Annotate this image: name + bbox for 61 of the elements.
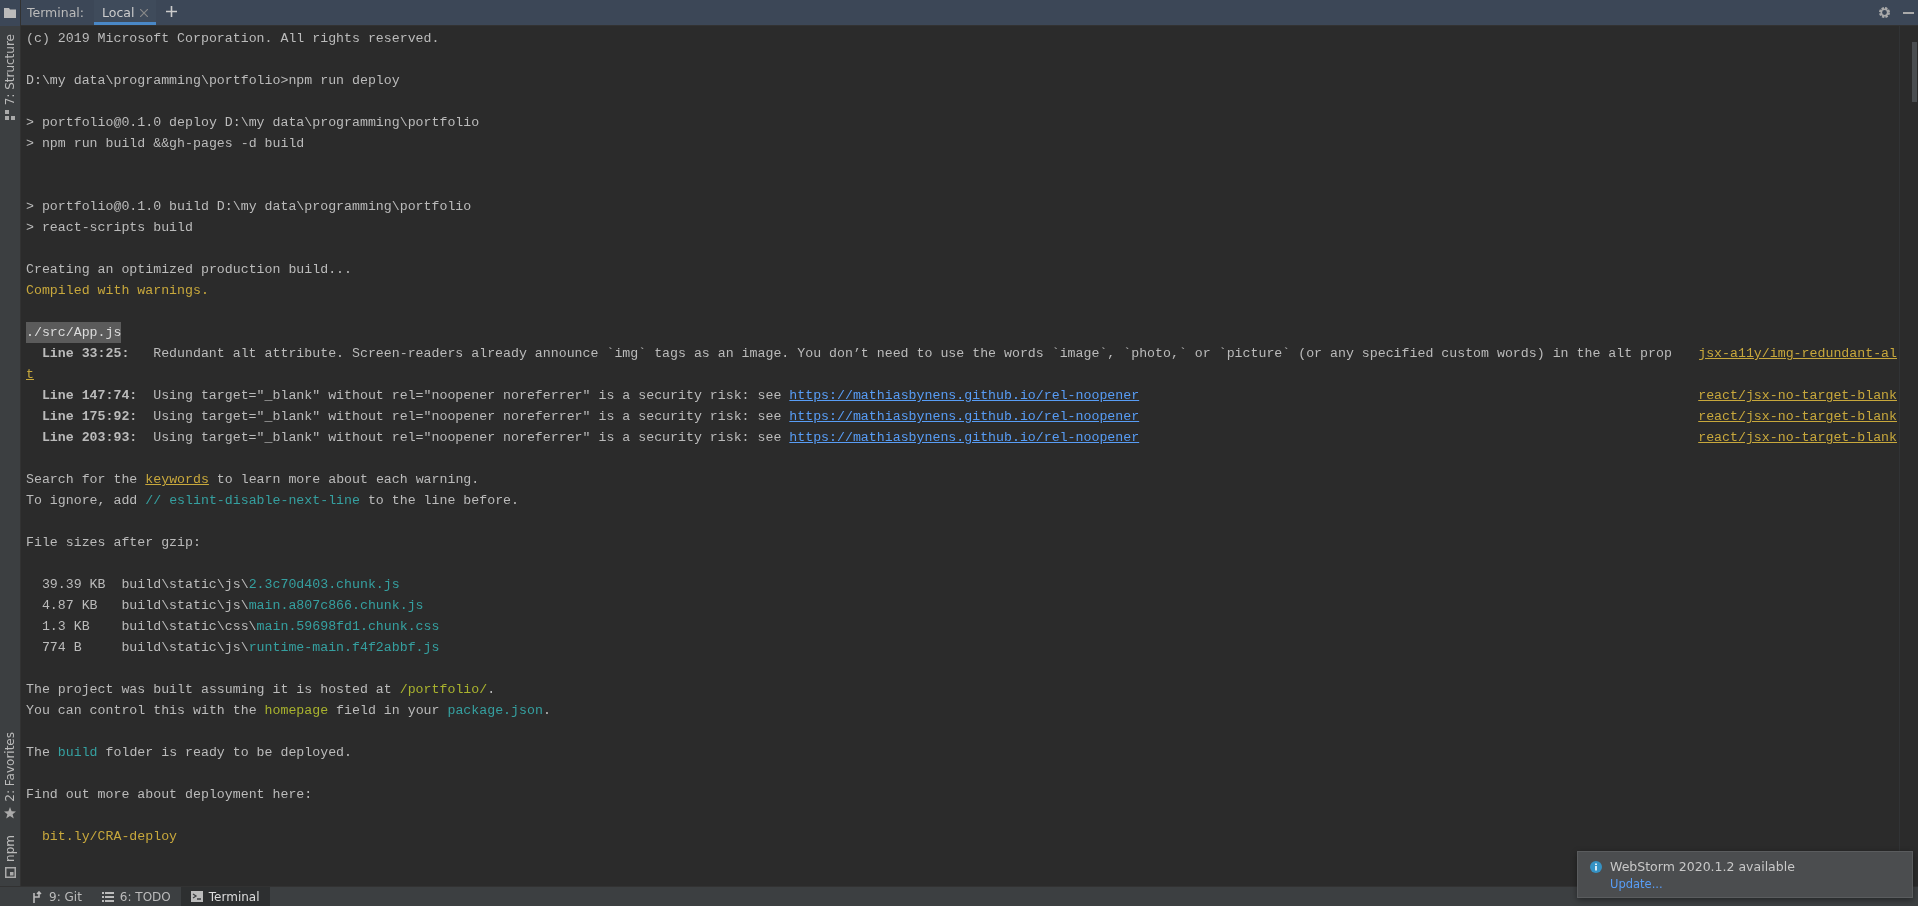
link[interactable]: react/jsx-no-target-blank	[1698, 427, 1897, 448]
link[interactable]: react/jsx-no-target-blank	[1698, 406, 1897, 427]
info-icon	[1590, 861, 1602, 873]
star-icon	[4, 807, 16, 820]
square-icon	[4, 867, 16, 878]
file-path: build\static\js\2.3c70d403.chunk.js	[121, 576, 400, 594]
plus-icon[interactable]	[166, 6, 178, 17]
tool-window-tab[interactable]: 7: Structure	[0, 26, 20, 129]
update-link[interactable]: Update...	[1610, 877, 1663, 891]
scrollbar-thumb[interactable]	[1912, 42, 1917, 102]
link[interactable]: t	[26, 364, 34, 385]
terminal-line: > portfolio@0.1.0 deploy D:\my data\programming\portfolio	[26, 114, 480, 132]
terminal-line: bit.ly/CRA-deploy	[40, 828, 178, 846]
warning-message: Line 33:25: Redundant alt attribute. Screen-readers already announce `img` tags as an image. You don’t need to use the words `image`, `photo,` or `picture` (or any specified custom words) in the alt prop	[40, 345, 1672, 363]
terminal-line: Compiled with warnings.	[26, 282, 209, 300]
file-size: 1.3 KB	[41, 618, 91, 636]
link[interactable]: jsx-a11y/img-redundant-al	[1698, 343, 1897, 364]
panel-title: Terminal:	[26, 5, 86, 20]
link[interactable]: keywords	[145, 472, 209, 487]
tool-window-button[interactable]: Terminal	[180, 887, 270, 906]
warning-message: Line 203:93: Using target="_blank" without rel="noopener noreferrer" is a security risk: see https://mathiasbynens.github.io/rel-noopener	[40, 429, 1140, 447]
terminal-line: The project was built assuming it is hosted at /portfolio/.	[26, 681, 496, 699]
structure-icon	[5, 110, 15, 121]
terminal-line: The build folder is ready to be deployed.	[26, 744, 353, 762]
file-size: 4.87 KB	[41, 597, 99, 615]
terminal-line: (c) 2019 Microsoft Corporation. All rights reserved.	[26, 30, 440, 48]
file-path: build\static\css\main.59698fd1.chunk.css	[121, 618, 440, 636]
notification-title: WebStorm 2020.1.2 available	[1610, 859, 1795, 874]
terminal-line: You can control this with the homepage field in your package.json.	[26, 702, 551, 720]
terminal-line: File sizes after gzip:	[26, 534, 201, 552]
settings-icon[interactable]	[1878, 6, 1891, 19]
file-size: 39.39 KB	[41, 576, 107, 594]
tool-window-tab[interactable]: 2: Favorites	[0, 724, 20, 828]
tool-window-button[interactable]: 6: TODO	[91, 887, 181, 906]
terminal-line: Creating an optimized production build...	[26, 261, 352, 279]
link[interactable]: react/jsx-no-target-blank	[1698, 385, 1897, 406]
terminal-tab[interactable]: Local	[94, 0, 157, 25]
branch-icon	[32, 890, 43, 903]
list-icon	[101, 891, 114, 902]
highlighted-file-path: ./src/App.js	[26, 322, 122, 343]
terminal-line: > npm run build &&gh-pages -d build	[26, 135, 305, 153]
terminal-line: > react-scripts build	[26, 219, 193, 237]
terminal-line: > portfolio@0.1.0 build D:\my data\programming\portfolio	[26, 198, 472, 216]
link[interactable]: https://mathiasbynens.github.io/rel-noopener	[789, 430, 1140, 445]
warning-message: Line 147:74: Using target="_blank" without rel="noopener noreferrer" is a security risk: see https://mathiasbynens.github.io/rel-noopener	[40, 387, 1140, 405]
tool-window-tab[interactable]: npm	[0, 827, 20, 886]
warning-message: Line 175:92: Using target="_blank" without rel="noopener noreferrer" is a security risk: see https://mathiasbynens.github.io/rel-noopener	[40, 408, 1140, 426]
terminal-line: Search for the keywords to learn more about each warning.	[26, 471, 480, 489]
tool-window-button[interactable]: 9: Git	[22, 887, 92, 906]
link[interactable]: https://mathiasbynens.github.io/rel-noopener	[789, 409, 1140, 424]
link[interactable]: https://mathiasbynens.github.io/rel-noopener	[789, 388, 1140, 403]
minimize-icon[interactable]	[1903, 11, 1914, 14]
file-path: build\static\js\main.a807c866.chunk.js	[121, 597, 424, 615]
file-path: build\static\js\runtime-main.f4f2abbf.js	[121, 639, 440, 657]
file-size: 774 B	[41, 639, 83, 657]
close-icon[interactable]	[140, 8, 149, 17]
terminal-line: To ignore, add // eslint-disable-next-line to the line before.	[26, 492, 519, 510]
folder-icon[interactable]	[4, 8, 16, 18]
terminal-line: Find out more about deployment here:	[26, 786, 313, 804]
terminal-icon	[190, 891, 203, 902]
terminal-line: D:\my data\programming\portfolio>npm run deploy	[26, 72, 400, 90]
